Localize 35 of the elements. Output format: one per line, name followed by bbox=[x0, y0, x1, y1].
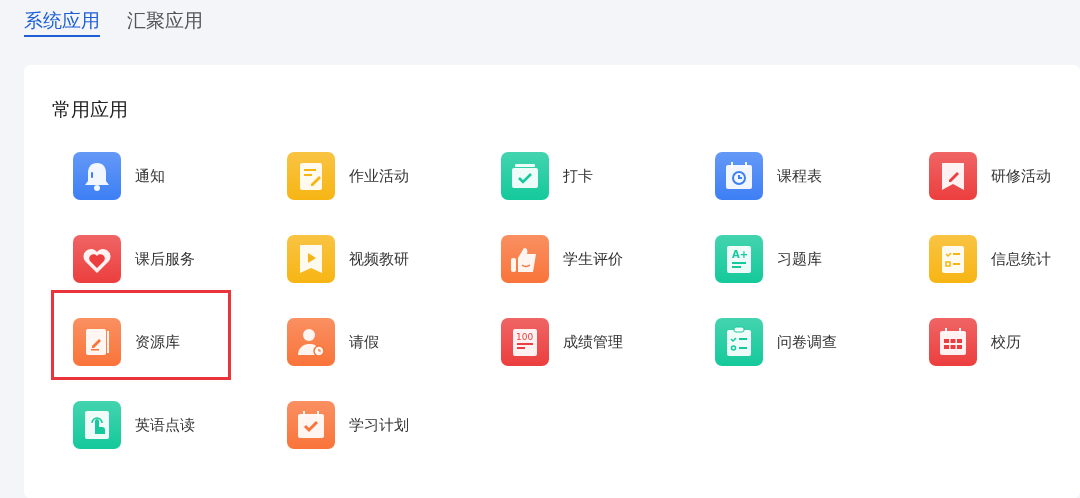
app-label[interactable]: 问卷调查 bbox=[777, 318, 837, 366]
app-label[interactable]: 资源库 bbox=[135, 318, 180, 366]
book-pen-icon[interactable] bbox=[73, 318, 121, 366]
tab[interactable]: 汇聚应用 bbox=[127, 6, 203, 37]
app-label[interactable]: 课程表 bbox=[777, 152, 822, 200]
bell-icon[interactable] bbox=[73, 152, 121, 200]
checkbox-tray-icon[interactable] bbox=[501, 152, 549, 200]
app-label[interactable]: 校历 bbox=[991, 318, 1021, 366]
calendar-icon[interactable] bbox=[929, 318, 977, 366]
checklist-icon[interactable] bbox=[929, 235, 977, 283]
app-label[interactable]: 通知 bbox=[135, 152, 165, 200]
app-label[interactable]: 研修活动 bbox=[991, 152, 1051, 200]
hand-tap-icon[interactable] bbox=[73, 401, 121, 449]
app-label[interactable]: 成绩管理 bbox=[563, 318, 623, 366]
app-label[interactable]: 打卡 bbox=[563, 152, 593, 200]
calendar-clock-icon[interactable] bbox=[715, 152, 763, 200]
clipboard-icon[interactable] bbox=[715, 318, 763, 366]
thumbs-up-icon[interactable] bbox=[501, 235, 549, 283]
app-label[interactable]: 信息统计 bbox=[991, 235, 1051, 283]
app-label[interactable]: 视频教研 bbox=[349, 235, 409, 283]
section-title: 常用应用 bbox=[52, 97, 128, 122]
app-label[interactable]: 英语点读 bbox=[135, 401, 195, 449]
bookmark-pen-icon[interactable] bbox=[929, 152, 977, 200]
app-label[interactable]: 学生评价 bbox=[563, 235, 623, 283]
calendar-check-icon[interactable] bbox=[287, 401, 335, 449]
play-bookmark-icon[interactable] bbox=[287, 235, 335, 283]
app-label[interactable]: 请假 bbox=[349, 318, 379, 366]
app-label[interactable]: 课后服务 bbox=[135, 235, 195, 283]
app-label[interactable]: 作业活动 bbox=[349, 152, 409, 200]
note-icon[interactable] bbox=[287, 152, 335, 200]
person-clock-icon[interactable] bbox=[287, 318, 335, 366]
tab[interactable]: 系统应用 bbox=[24, 6, 100, 37]
app-label[interactable]: 学习计划 bbox=[349, 401, 409, 449]
score-sheet-icon[interactable]: 100 bbox=[501, 318, 549, 366]
app-label[interactable]: 习题库 bbox=[777, 235, 822, 283]
